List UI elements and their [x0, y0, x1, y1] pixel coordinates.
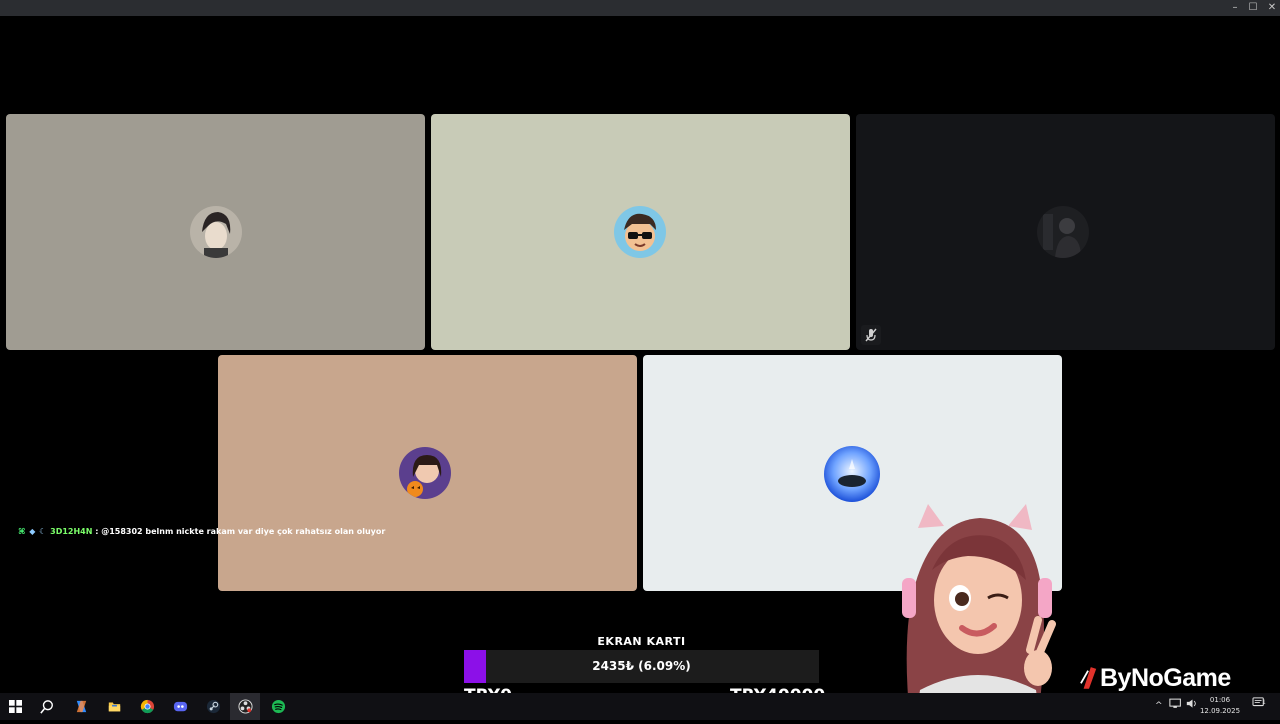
chat-badge: ◆	[29, 527, 36, 536]
clock-time: 01:06	[1209, 696, 1231, 704]
goal-progress-bar: 2435₺ (6.09%)	[464, 650, 819, 683]
dark-figure-avatar-icon	[1037, 206, 1089, 258]
notification-count: 1	[1262, 699, 1266, 706]
streamer-character-illustration	[880, 500, 1070, 720]
goal-progress-text: 2435₺ (6.09%)	[592, 659, 691, 673]
close-button[interactable]: ✕	[1263, 0, 1280, 16]
muted-mic-icon	[861, 325, 881, 345]
participant-tile[interactable]	[431, 114, 850, 350]
chat-badge: ⌘	[18, 527, 26, 536]
obs-icon[interactable]	[230, 693, 260, 720]
chat-text: : @158302 belnm nickte rakam var diye ço…	[95, 527, 386, 536]
taskbar-clock[interactable]: 01:06 12.09.2025	[1196, 695, 1244, 717]
tray-overflow-chevron[interactable]: ^	[1155, 693, 1163, 720]
steam-icon[interactable]	[198, 693, 228, 720]
search-icon[interactable]	[32, 693, 62, 720]
notification-center-icon[interactable]: 1	[1252, 693, 1266, 720]
chrome-icon[interactable]	[132, 693, 162, 720]
maximize-button[interactable]: ☐	[1244, 0, 1262, 16]
brand-logo: ByNoGame	[1080, 664, 1231, 693]
bynogame-logo-icon	[1080, 667, 1097, 689]
discord-icon[interactable]	[165, 693, 195, 720]
file-explorer-icon[interactable]	[99, 693, 129, 720]
blue-orb-avatar-icon	[823, 445, 881, 503]
participant-tile[interactable]	[6, 114, 425, 350]
goal-title: EKRAN KARTI	[597, 635, 686, 648]
chat-message: ⌘ ◆ ☾ 3D12H4N : @158302 belnm nickte rak…	[18, 527, 385, 536]
brand-name: ByNoGame	[1100, 664, 1231, 692]
woman-pumpkin-avatar-icon	[399, 447, 451, 499]
sunglasses-boy-avatar-icon	[614, 206, 666, 258]
chat-badge: ☾	[39, 527, 47, 536]
network-icon[interactable]	[1169, 693, 1183, 720]
windows-start-icon[interactable]	[0, 693, 30, 720]
participant-tile[interactable]	[856, 114, 1275, 350]
participant-tile[interactable]	[218, 355, 637, 591]
minimize-button[interactable]: –	[1226, 0, 1244, 16]
spotify-icon[interactable]	[263, 693, 293, 720]
clock-date: 12.09.2025	[1199, 707, 1241, 715]
copilot-icon[interactable]	[66, 693, 96, 720]
anime-man-avatar-icon	[190, 206, 242, 258]
chat-username: 3D12H4N	[50, 527, 93, 536]
window-titlebar	[0, 0, 1280, 16]
